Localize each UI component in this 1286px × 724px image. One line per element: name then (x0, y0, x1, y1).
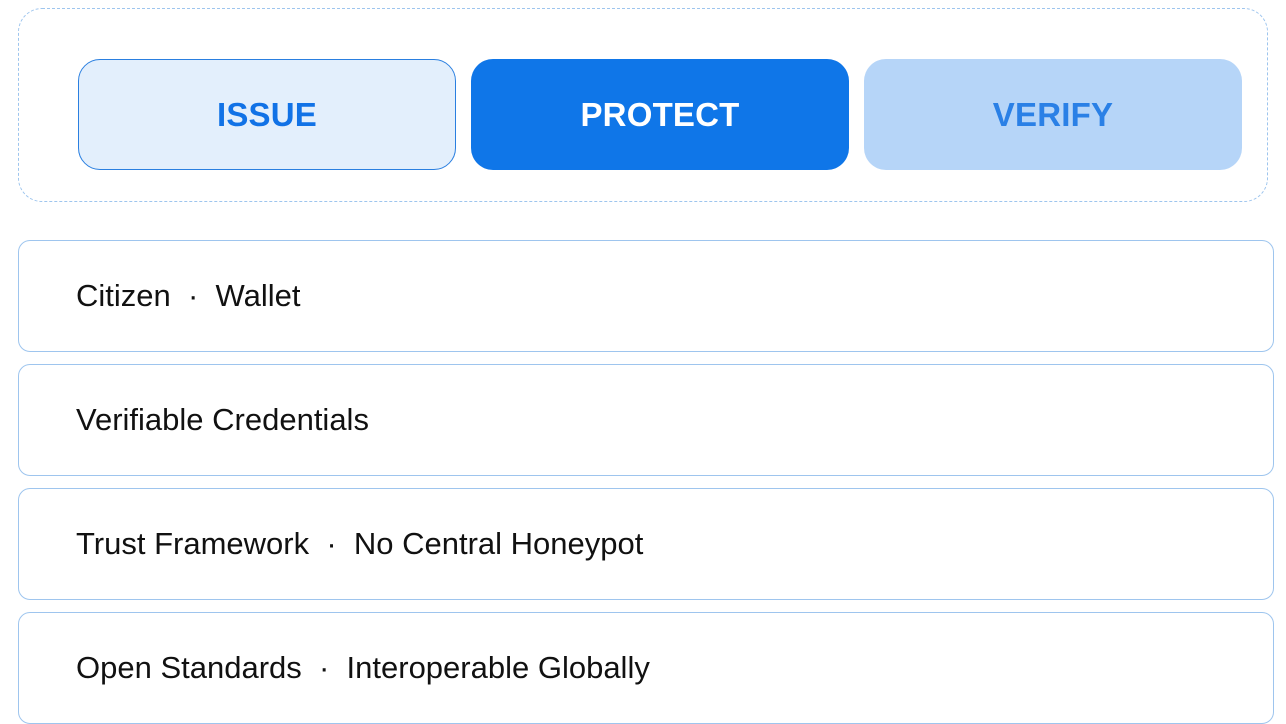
layer-verifiable-credentials: Verifiable Credentials (18, 364, 1274, 476)
layer-trust-framework: Trust Framework · No Central Honeypot (18, 488, 1274, 600)
layer-citizen-wallet: Citizen · Wallet (18, 240, 1274, 352)
phase-protect: PROTECT (471, 59, 849, 170)
phase-group: ISSUE PROTECT VERIFY (18, 8, 1268, 202)
phase-verify: VERIFY (864, 59, 1242, 170)
layer-open-standards: Open Standards · Interoperable Globally (18, 612, 1274, 724)
phase-issue: ISSUE (78, 59, 456, 170)
